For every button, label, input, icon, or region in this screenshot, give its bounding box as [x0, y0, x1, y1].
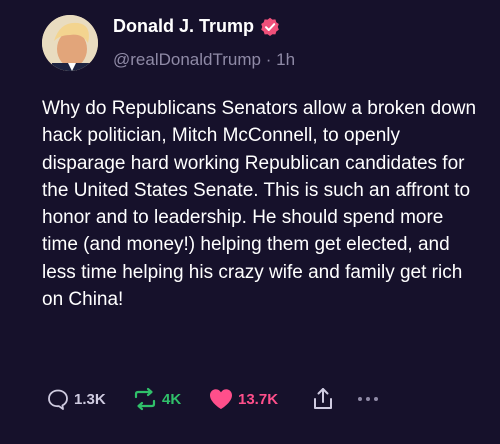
heart-icon — [208, 387, 234, 411]
share-icon — [312, 386, 334, 412]
post-time[interactable]: 1h — [276, 50, 295, 69]
repost-count: 4K — [162, 390, 182, 408]
action-bar: 1.3K 4K 13.7K — [46, 385, 466, 413]
meta-separator: · — [265, 50, 272, 69]
more-dots-icon — [358, 397, 382, 401]
verified-badge-icon — [260, 17, 280, 37]
reply-bubble-icon — [46, 387, 70, 411]
handle-row: @realDonaldTrump · 1h — [113, 50, 295, 70]
like-button[interactable]: 13.7K — [208, 385, 278, 413]
repost-button[interactable]: 4K — [132, 385, 181, 413]
reply-button[interactable]: 1.3K — [46, 385, 106, 413]
reply-count: 1.3K — [74, 390, 106, 408]
like-count: 13.7K — [238, 390, 279, 408]
repost-arrows-icon — [132, 387, 158, 411]
author-name[interactable]: Donald J. Trump — [113, 16, 254, 37]
post-text: Why do Republicans Senators allow a brok… — [42, 98, 477, 311]
avatar-image — [42, 15, 98, 71]
author-handle[interactable]: @realDonaldTrump — [113, 50, 261, 69]
avatar[interactable] — [42, 15, 98, 71]
share-button[interactable] — [312, 385, 334, 413]
more-button[interactable] — [358, 385, 382, 413]
author-row: Donald J. Trump — [113, 16, 280, 37]
